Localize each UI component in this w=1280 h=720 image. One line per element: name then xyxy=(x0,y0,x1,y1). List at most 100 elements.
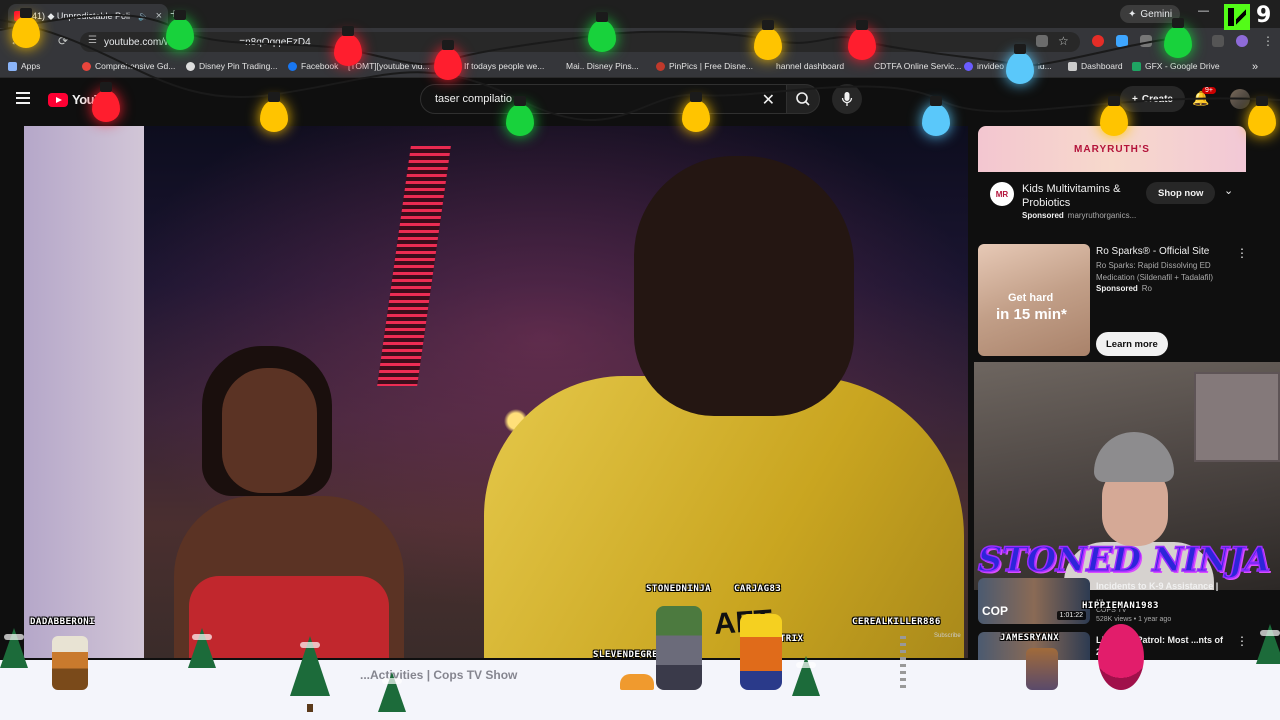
profile-avatar-icon[interactable] xyxy=(1236,35,1248,47)
chatter-name: CARJAG83 xyxy=(734,584,782,594)
christmas-bulb-red xyxy=(434,40,462,80)
christmas-bulb-yellow xyxy=(1100,96,1128,136)
scroll-dots xyxy=(900,636,906,690)
bookmark-item[interactable]: Disney Pin Trading... xyxy=(186,61,277,71)
sponsored-ad-card[interactable]: MARYRUTH'S MR Kids Multivitamins & Probi… xyxy=(978,126,1246,226)
christmas-bulb-green xyxy=(166,10,194,50)
ad-title[interactable]: Ro Sparks® - Official Site xyxy=(1096,246,1209,257)
christmas-bulb-green xyxy=(1164,18,1192,58)
thumb-text-1: Get hard xyxy=(1008,292,1054,304)
tab-title: (41) ◆ Unpredictable Poli xyxy=(29,10,130,21)
master-chief-sprite xyxy=(656,606,702,690)
clear-search-icon[interactable]: ✕ xyxy=(762,90,775,110)
search-button[interactable] xyxy=(786,84,820,114)
christmas-bulb-yellow xyxy=(260,92,288,132)
tab-close-button[interactable]: × xyxy=(156,10,162,22)
pine-tree xyxy=(792,656,820,696)
search-query-text: taser compilatio xyxy=(435,93,513,105)
gemini-label: Gemini xyxy=(1140,8,1173,20)
bookmark-gfx-drive[interactable]: GFX - Google Drive xyxy=(1132,61,1220,71)
taco-sprite xyxy=(620,674,654,690)
browser-menu-icon[interactable]: ⋮ xyxy=(1262,34,1274,48)
extension-red-icon[interactable] xyxy=(1092,35,1104,47)
christmas-bulb-yellow xyxy=(754,20,782,60)
bookmark-item[interactable]: hannel dashboard xyxy=(776,61,844,71)
menu-hamburger-icon[interactable] xyxy=(16,92,30,104)
extension-blue-icon[interactable] xyxy=(1116,35,1128,47)
shop-now-button[interactable]: Shop now xyxy=(1146,182,1216,204)
bookmark-dashboard[interactable]: Dashboard xyxy=(1068,61,1123,71)
minimize-button[interactable]: — xyxy=(1198,5,1209,17)
bookmark-facebook[interactable]: Facebook xyxy=(288,61,338,71)
christmas-bulb-green xyxy=(506,96,534,136)
bookmark-pinpics[interactable]: PinPics | Free Disne... xyxy=(656,61,753,71)
url-field[interactable]: ☰ youtube.com/w =n8qOqqeEzD4 xyxy=(80,32,1080,52)
video-thumbnail[interactable]: COP 1:01:22 xyxy=(978,578,1090,624)
bookmark-item[interactable]: id... xyxy=(1038,61,1052,71)
chatter-name: JAMESRYANX xyxy=(1000,633,1060,643)
chatter-name: SLEVENDEGREE xyxy=(593,650,665,660)
bookmark-favicon-icon xyxy=(964,61,973,71)
ad-sponsor-line: Sponsored Ro xyxy=(1096,284,1152,293)
chevron-down-icon[interactable]: ⌄ xyxy=(1224,184,1233,197)
kick-logo-icon xyxy=(1224,4,1250,30)
extensions-puzzle-icon[interactable] xyxy=(1140,35,1152,47)
kick-channel-number: 9 xyxy=(1256,3,1272,28)
christmas-bulb-green xyxy=(588,12,616,52)
sponsored-ad-card-2[interactable]: Get hard in 15 min* Ro Sparks® - Officia… xyxy=(978,244,1248,358)
ad-advertiser: maryruthorganics... xyxy=(1067,211,1137,220)
search-input[interactable]: taser compilatio ✕ xyxy=(420,84,788,114)
bookmark-star-icon[interactable]: ☆ xyxy=(1058,34,1069,48)
youtube-play-icon xyxy=(48,92,68,107)
url-text: youtube.com/w xyxy=(104,36,172,48)
url-text-tail: =n8qOqqeEzD4 xyxy=(239,36,311,48)
microphone-icon xyxy=(841,92,853,106)
account-avatar[interactable] xyxy=(1230,89,1250,109)
reload-icon[interactable]: ⟳ xyxy=(58,34,68,48)
ad-sponsor-line: Sponsored maryruthorganics... xyxy=(1022,211,1136,220)
advertiser-logo: MR xyxy=(990,182,1014,206)
browser-tab-bar: (41) ◆ Unpredictable Poli 🔈 × + ✦ Gemini… xyxy=(0,0,1280,28)
bookmark-item[interactable]: CDTFA Online Servic... xyxy=(874,61,961,71)
christmas-bulb-red xyxy=(334,26,362,66)
bookmark-item[interactable]: Mai.. Disney Pins... xyxy=(566,61,639,71)
chatter-name: CEREALKILLER886 xyxy=(852,617,941,627)
ad-thumbnail[interactable]: Get hard in 15 min* xyxy=(978,244,1090,356)
more-options-icon[interactable]: ⋮ xyxy=(1236,634,1248,648)
more-bookmarks-icon[interactable]: » xyxy=(1252,61,1258,73)
gemini-icon: ✦ xyxy=(1128,8,1137,20)
bookmark-invideo[interactable]: invideo xyxy=(964,61,1004,71)
megaman-sprite xyxy=(52,636,88,690)
views-age: 528K views • 1 year ago xyxy=(1096,616,1172,623)
video-player[interactable]: AFT xyxy=(24,126,968,658)
pine-tree xyxy=(290,636,330,696)
bookmark-apps[interactable]: Apps xyxy=(8,61,40,71)
create-button[interactable]: + Create xyxy=(1120,86,1185,112)
man-yellow-shirt-figure xyxy=(484,156,964,658)
building-wall xyxy=(24,126,144,658)
christmas-bulb-blue xyxy=(1006,44,1034,84)
apps-grid-icon xyxy=(8,61,17,71)
ad-title[interactable]: Kids Multivitamins & Probiotics xyxy=(1022,182,1142,210)
bookmark-item[interactable]: If todays people we... xyxy=(464,61,544,71)
more-options-icon[interactable]: ⋮ xyxy=(1236,246,1248,260)
drive-icon xyxy=(1132,61,1141,71)
bookmark-item[interactable]: [TOMT][youtube vid... xyxy=(348,61,430,71)
video-duration: 1:01:22 xyxy=(1056,611,1086,620)
subscribe-hint: Subscribe xyxy=(934,633,961,639)
pine-tree xyxy=(1256,624,1280,664)
bookmark-item[interactable]: Comprehensive Gd... xyxy=(82,61,175,71)
reading-list-icon[interactable] xyxy=(1212,35,1224,47)
speaker-icon[interactable]: 🔈 xyxy=(138,11,149,22)
christmas-bulb-yellow xyxy=(682,92,710,132)
voice-search-button[interactable] xyxy=(832,84,862,114)
chatter-name: DADABBERONI xyxy=(30,617,96,627)
character-sprite xyxy=(1026,648,1058,690)
bookmark-favicon-icon xyxy=(186,61,195,71)
site-info-icon[interactable]: ☰ xyxy=(88,35,97,46)
install-app-icon[interactable] xyxy=(1036,35,1048,47)
learn-more-button[interactable]: Learn more xyxy=(1096,332,1168,356)
woman-figure xyxy=(174,346,404,658)
snow-ground-overlay xyxy=(0,660,1280,720)
ad-description: Ro Sparks: Rapid Dissolving ED Medicatio… xyxy=(1096,261,1214,282)
